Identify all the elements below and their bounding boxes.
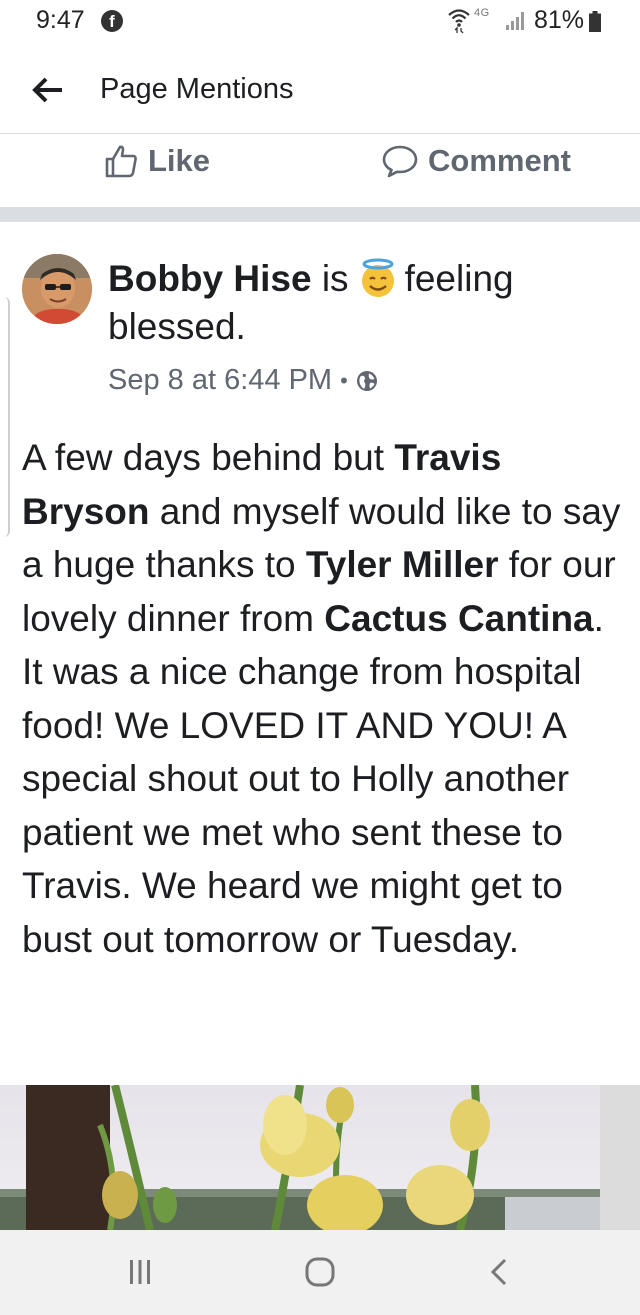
flowers-photo (0, 1085, 640, 1230)
comment-label: Comment (428, 143, 571, 178)
avatar-photo (22, 254, 92, 324)
nav-back-icon[interactable] (487, 1257, 511, 1287)
halo-smile-icon (361, 258, 394, 297)
recent-apps-icon[interactable] (127, 1258, 153, 1286)
post-timestamp[interactable]: Sep 8 at 6:44 PM (108, 364, 332, 397)
post-action-bar: Like Comment (0, 135, 640, 207)
system-navigation-bar (0, 1230, 640, 1315)
author-name[interactable]: Bobby Hise (108, 258, 312, 299)
comment-button[interactable]: Comment (382, 139, 571, 183)
facebook-icon: f (101, 10, 123, 32)
status-time: 9:47 (36, 6, 85, 34)
battery-icon (589, 11, 601, 32)
post-body: A few days behind but Travis Bryson and … (22, 431, 627, 966)
back-arrow-icon[interactable] (30, 72, 66, 108)
page-header: Page Mentions (0, 50, 640, 134)
comment-bubble-icon (382, 145, 418, 178)
body-text: . It was a nice change from hospital foo… (22, 597, 604, 960)
signal-icon (506, 12, 524, 30)
post-photo[interactable] (0, 1085, 640, 1230)
thumbs-up-icon (105, 145, 137, 178)
network-type: 4G (474, 7, 490, 19)
mention-tyler-miller[interactable]: Tyler Miller (306, 544, 499, 585)
globe-icon (356, 370, 377, 391)
post-author-line: Bobby Hise is feeling blessed. (108, 255, 618, 351)
meta-separator: • (340, 367, 348, 393)
battery-percent: 81% (534, 6, 585, 34)
body-text: A few days behind but (22, 437, 395, 478)
section-divider (0, 207, 640, 222)
is-text: is (321, 258, 349, 299)
mention-cactus-cantina[interactable]: Cactus Cantina (324, 598, 593, 639)
post-meta: Sep 8 at 6:44 PM • (108, 364, 378, 397)
like-button[interactable]: Like (104, 139, 210, 183)
edge-panel-handle[interactable] (0, 297, 10, 537)
wifi-icon (448, 9, 470, 34)
home-icon[interactable] (305, 1257, 335, 1287)
page-title: Page Mentions (100, 73, 294, 105)
author-avatar[interactable] (22, 254, 92, 324)
status-bar: 9:47 f 4G 81% (0, 0, 640, 44)
like-label: Like (148, 143, 211, 178)
